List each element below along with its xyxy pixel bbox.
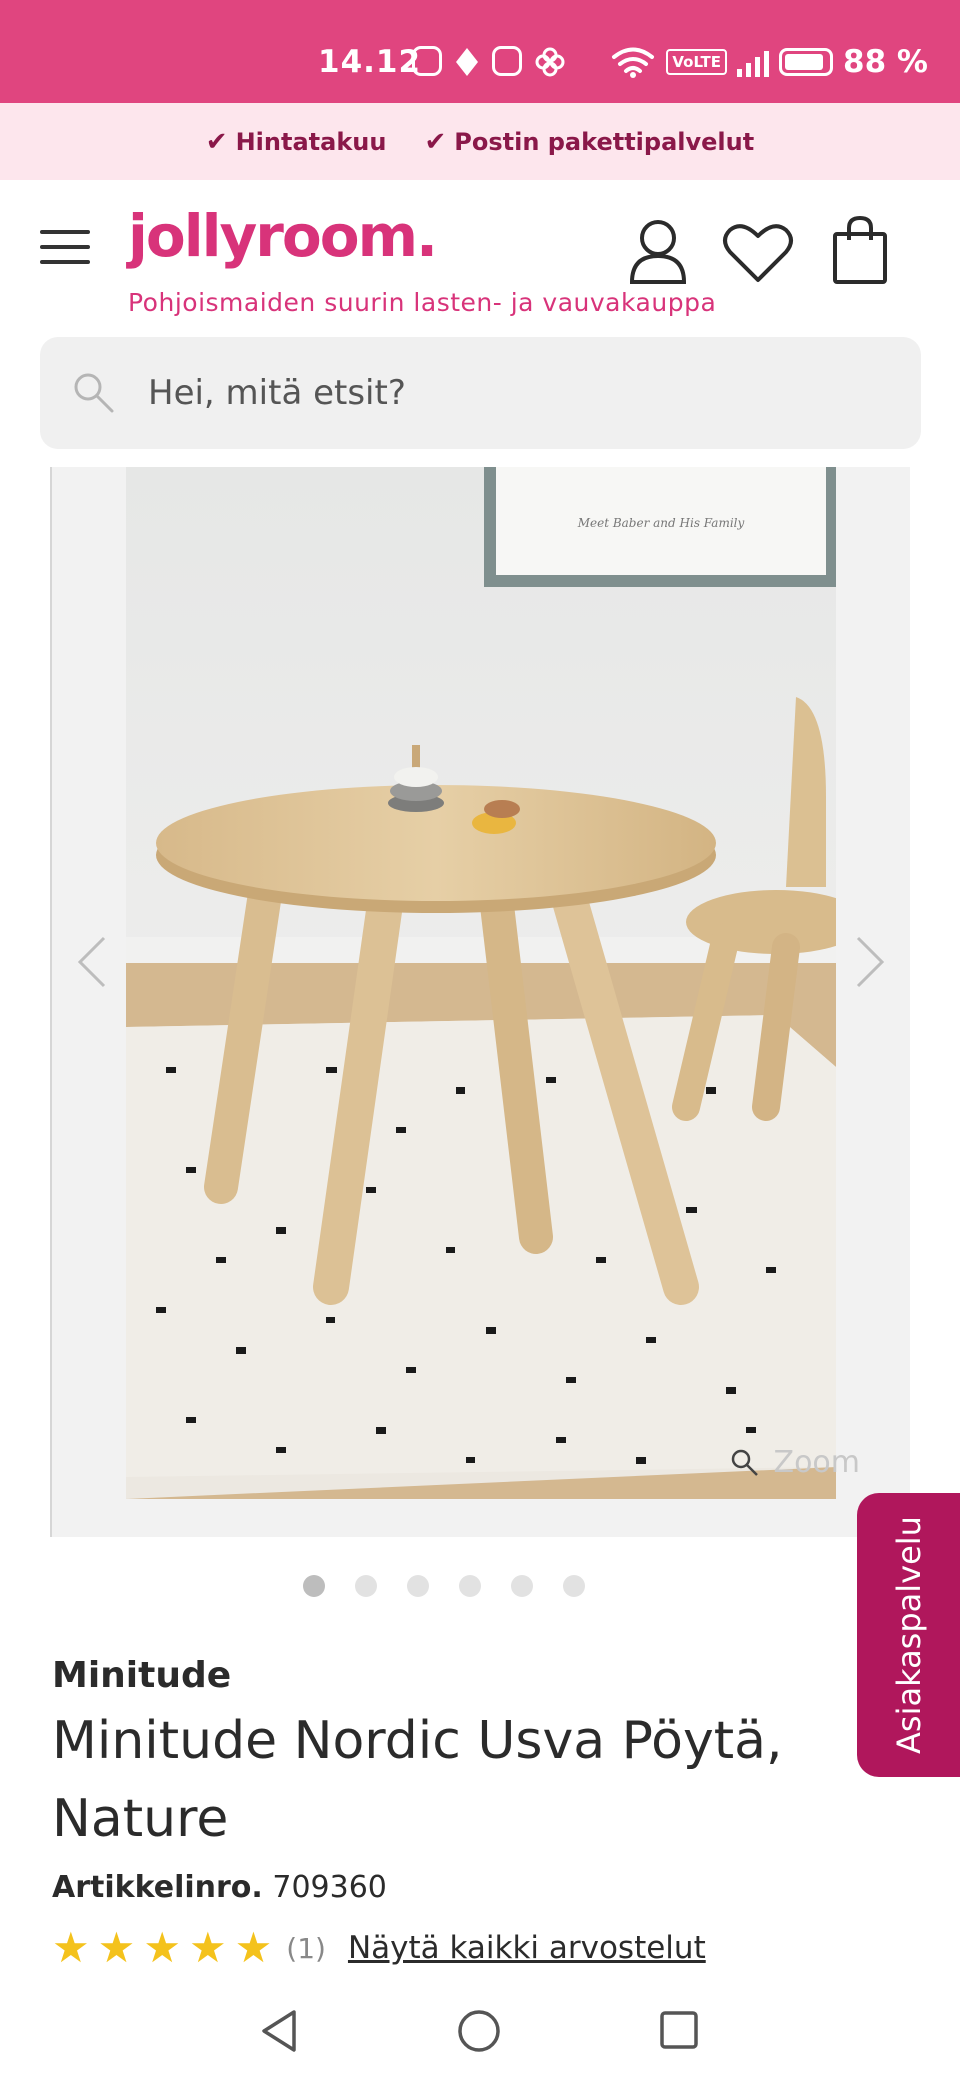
carousel-dot[interactable] bbox=[459, 1575, 481, 1597]
star-icon: ★ bbox=[234, 1923, 273, 1972]
site-logo[interactable]: jollyroom. bbox=[128, 202, 438, 270]
volte-badge: VoLTE bbox=[666, 49, 727, 75]
promo-label: Postin pakettipalvelut bbox=[454, 127, 755, 156]
search-icon bbox=[74, 373, 114, 413]
check-icon: ✔ bbox=[424, 126, 447, 157]
article-number-row: Artikkelinro. 709360 bbox=[52, 1870, 852, 1905]
back-icon[interactable] bbox=[258, 2008, 300, 2054]
product-info: Minitude Minitude Nordic Usva Pöytä, Nat… bbox=[52, 1655, 852, 1969]
promo-item-price-guarantee: ✔ Hintatakuu bbox=[206, 127, 387, 157]
carousel-dot[interactable] bbox=[355, 1575, 377, 1597]
promo-bar: ✔ Hintatakuu ✔ Postin pakettipalvelut bbox=[0, 103, 960, 180]
show-all-reviews-link[interactable]: Näytä kaikki arvostelut bbox=[348, 1930, 706, 1966]
rating-row: ★ ★ ★ ★ ★ (1) Näytä kaikki arvostelut bbox=[52, 1927, 852, 1969]
product-gallery[interactable]: Meet Baber and His Family Zoom bbox=[50, 467, 910, 1537]
status-bar: 14.12 VoLTE 88 % bbox=[0, 0, 960, 103]
product-image[interactable]: Meet Baber and His Family bbox=[126, 467, 836, 1499]
article-number-value: 709360 bbox=[272, 1870, 387, 1905]
zoom-icon bbox=[731, 1449, 758, 1476]
carousel-dot[interactable] bbox=[563, 1575, 585, 1597]
check-icon: ✔ bbox=[205, 126, 228, 157]
customer-service-tab[interactable]: Asiakaspalvelu bbox=[857, 1493, 960, 1777]
battery-level: 88 % bbox=[843, 44, 928, 80]
home-icon[interactable] bbox=[456, 2008, 502, 2054]
search-input[interactable] bbox=[148, 337, 868, 449]
poster-caption: Meet Baber and His Family bbox=[577, 516, 745, 530]
battery-icon bbox=[779, 48, 833, 76]
status-time: 14.12 bbox=[318, 44, 422, 80]
account-icon[interactable] bbox=[628, 218, 688, 284]
star-icon: ★ bbox=[188, 1923, 227, 1972]
system-status: VoLTE 88 % bbox=[610, 44, 928, 80]
customer-service-label: Asiakaspalvelu bbox=[889, 1516, 928, 1754]
shopping-bag-icon[interactable] bbox=[832, 216, 888, 286]
heart-icon[interactable] bbox=[722, 222, 794, 284]
star-icon: ★ bbox=[97, 1923, 136, 1972]
diamond-icon bbox=[456, 48, 478, 76]
star-icon: ★ bbox=[52, 1923, 90, 1972]
instagram-icon bbox=[492, 46, 522, 76]
table-photo-illustration: Meet Baber and His Family bbox=[126, 467, 836, 1499]
previous-image-arrow-icon[interactable] bbox=[72, 932, 112, 992]
system-navigation-bar bbox=[0, 1990, 960, 2084]
carousel-dot[interactable] bbox=[407, 1575, 429, 1597]
search-bar[interactable] bbox=[40, 337, 921, 449]
rating-count: (1) bbox=[286, 1931, 326, 1965]
article-number-label: Artikkelinro. bbox=[52, 1870, 263, 1905]
wifi-icon bbox=[612, 47, 655, 78]
promo-item-post-service: ✔ Postin pakettipalvelut bbox=[424, 127, 754, 157]
star-icon: ★ bbox=[143, 1923, 181, 1972]
product-title: Minitude Nordic Usva Pöytä, Nature bbox=[52, 1711, 783, 1849]
zoom-label: Zoom bbox=[773, 1445, 860, 1480]
carousel-dots bbox=[0, 1575, 924, 1597]
carousel-dot[interactable] bbox=[511, 1575, 533, 1597]
carousel-dot[interactable] bbox=[303, 1575, 325, 1597]
hamburger-menu-icon[interactable] bbox=[40, 230, 90, 264]
site-tagline: Pohjoismaiden suurin lasten- ja vauvakau… bbox=[128, 288, 717, 317]
promo-label: Hintatakuu bbox=[235, 127, 387, 156]
notification-icons bbox=[412, 46, 566, 78]
signal-icon bbox=[737, 47, 769, 77]
next-image-arrow-icon[interactable] bbox=[850, 932, 890, 992]
instagram-icon bbox=[412, 46, 442, 76]
product-brand[interactable]: Minitude bbox=[52, 1655, 852, 1696]
pinwheel-icon bbox=[535, 47, 565, 77]
site-header: jollyroom. Pohjoismaiden suurin lasten- … bbox=[0, 180, 960, 330]
recent-apps-icon[interactable] bbox=[658, 2008, 700, 2054]
zoom-button[interactable]: Zoom bbox=[730, 1445, 860, 1480]
